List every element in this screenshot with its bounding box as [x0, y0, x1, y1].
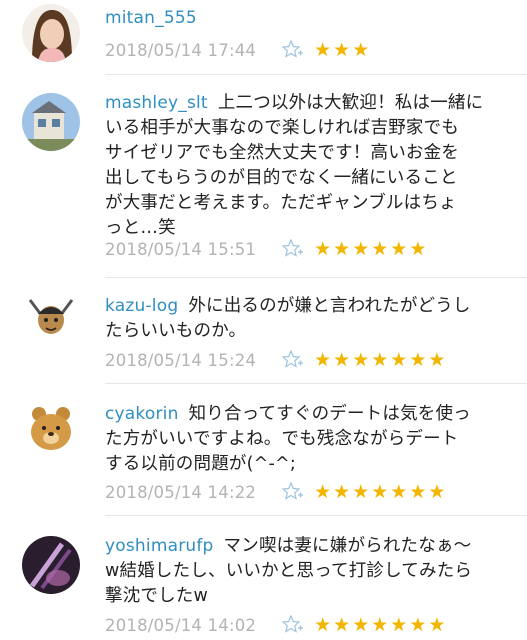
- star-icon: ★: [390, 614, 408, 636]
- star-plus-icon[interactable]: [282, 350, 304, 370]
- star-icon: ★: [390, 349, 408, 371]
- star-icon: ★: [333, 349, 351, 371]
- star-icon: ★: [352, 238, 370, 260]
- star-icon: ★: [409, 238, 427, 260]
- comment-text: 外に出るのが嫌と言われたがどうし: [188, 296, 471, 316]
- username[interactable]: yoshimarufp: [105, 536, 214, 556]
- star-plus-icon[interactable]: [282, 615, 304, 635]
- comment-text: 知り合ってすぐのデートは気を使っ: [188, 404, 471, 424]
- star-icon: ★: [352, 39, 370, 61]
- star-icon: ★: [333, 481, 351, 503]
- comment-text: w結婚したし、いいかと思って打診してみたら: [105, 561, 473, 581]
- star-icon: ★: [314, 238, 332, 260]
- comment-text: 撃沈でしたw: [105, 586, 209, 606]
- star-icon: ★: [314, 39, 332, 61]
- divider: [105, 515, 527, 516]
- star-icon: ★: [428, 614, 446, 636]
- star-plus-icon[interactable]: [282, 482, 304, 502]
- star-icon: ★: [333, 238, 351, 260]
- rating-stars: ★ ★ ★: [314, 40, 371, 60]
- comment-text: が大事だと考えます。ただギャンブルはちょ: [105, 193, 457, 213]
- star-icon: ★: [352, 614, 370, 636]
- rating-stars: ★ ★ ★ ★ ★ ★ ★: [314, 615, 447, 635]
- user-avatar[interactable]: [22, 290, 80, 348]
- star-icon: ★: [352, 481, 370, 503]
- timestamp: 2018/05/14 15:51: [105, 239, 257, 259]
- star-icon: ★: [371, 614, 389, 636]
- username[interactable]: mitan_555: [105, 8, 197, 28]
- comment-text: た方がいいですよね。でも残念ながらデート: [105, 429, 459, 449]
- timestamp: 2018/05/14 17:44: [105, 40, 257, 60]
- star-icon: ★: [333, 614, 351, 636]
- rating-stars: ★ ★ ★ ★ ★ ★ ★: [314, 350, 447, 370]
- user-avatar[interactable]: [22, 93, 80, 151]
- star-icon: ★: [428, 349, 446, 371]
- star-icon: ★: [314, 614, 332, 636]
- timestamp: 2018/05/14 15:24: [105, 350, 257, 370]
- star-icon: ★: [428, 481, 446, 503]
- comment-text: いる相手が大事なので楽しければ吉野家でも: [105, 118, 459, 138]
- username[interactable]: mashley_slt: [105, 93, 208, 113]
- star-icon: ★: [371, 349, 389, 371]
- comment-text: サイゼリアでも全然大丈夫です！高いお金を: [105, 143, 459, 163]
- comment-text: たらいいものか。: [105, 321, 247, 341]
- rating-stars: ★ ★ ★ ★ ★ ★: [314, 239, 428, 259]
- comment-text: マン喫は妻に嫌がられたなぁ〜: [223, 536, 472, 556]
- star-icon: ★: [371, 238, 389, 260]
- user-avatar[interactable]: [22, 4, 80, 62]
- user-avatar[interactable]: [22, 400, 80, 458]
- star-icon: ★: [409, 481, 427, 503]
- star-icon: ★: [314, 349, 332, 371]
- comment-text: 出してもらうのが目的でなく一緒にいること: [105, 168, 458, 188]
- star-icon: ★: [352, 349, 370, 371]
- comment-text: する以前の問題が(^-^;: [105, 454, 296, 474]
- star-plus-icon[interactable]: [282, 239, 304, 259]
- divider: [105, 277, 527, 278]
- divider: [105, 383, 527, 384]
- divider: [105, 74, 527, 75]
- star-icon: ★: [390, 481, 408, 503]
- star-plus-icon[interactable]: [282, 40, 304, 60]
- timestamp: 2018/05/14 14:22: [105, 482, 257, 502]
- username[interactable]: kazu-log: [105, 296, 178, 316]
- star-icon: ★: [314, 481, 332, 503]
- comment-text: 上二つ以外は大歓迎！私は一緒に: [217, 93, 484, 113]
- timestamp: 2018/05/14 14:02: [105, 615, 257, 635]
- star-icon: ★: [333, 39, 351, 61]
- user-avatar[interactable]: [22, 536, 80, 594]
- star-icon: ★: [409, 349, 427, 371]
- star-icon: ★: [371, 481, 389, 503]
- star-icon: ★: [390, 238, 408, 260]
- star-icon: ★: [409, 614, 427, 636]
- rating-stars: ★ ★ ★ ★ ★ ★ ★: [314, 482, 447, 502]
- username[interactable]: cyakorin: [105, 404, 179, 424]
